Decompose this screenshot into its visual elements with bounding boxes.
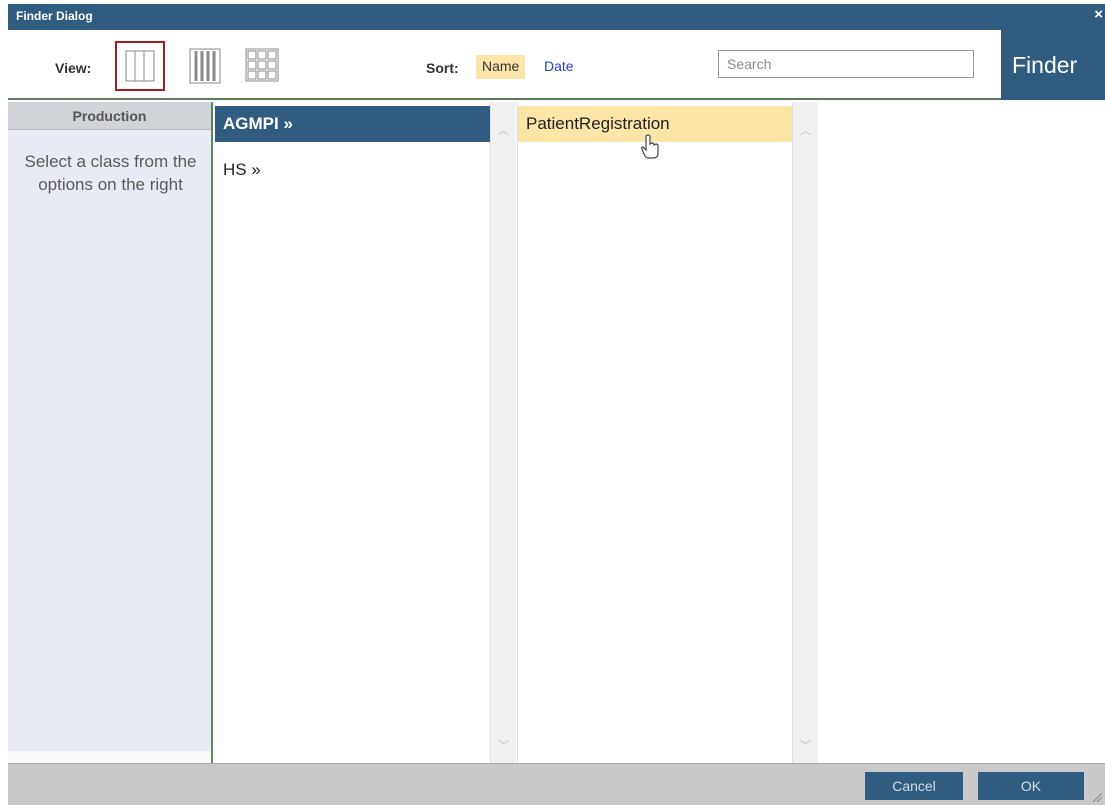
sort-label: Sort: — [426, 60, 459, 76]
resize-grip-icon[interactable] — [1091, 791, 1103, 803]
list-view-icon — [189, 48, 221, 84]
sort-by-date-option[interactable]: Date — [544, 58, 574, 74]
columns-view-icon — [125, 50, 155, 82]
finder-brand: Finder — [1001, 30, 1105, 100]
class-column-scrollbar[interactable]: ︿ ﹀ — [792, 102, 818, 763]
grid-view-button[interactable] — [236, 41, 286, 91]
window-title: Finder Dialog — [16, 9, 93, 23]
package-column-scrollbar[interactable]: ︿ ﹀ — [490, 102, 516, 763]
title-bar[interactable]: Finder Dialog × — [8, 4, 1105, 30]
detail-column — [819, 102, 1105, 763]
scroll-down-icon[interactable]: ﹀ — [498, 737, 509, 753]
sidebar: Production Select a class from the optio… — [8, 102, 213, 763]
column-item-hs[interactable]: HS » — [215, 152, 490, 188]
class-column: PatientRegistration — [517, 102, 793, 763]
sort-by-name-option[interactable]: Name — [476, 55, 526, 79]
toolbar: View: Sort: Name Date Search Finder — [8, 30, 1105, 100]
cancel-button[interactable]: Cancel — [865, 772, 963, 800]
scroll-down-icon[interactable]: ﹀ — [800, 737, 811, 753]
grid-view-icon — [245, 48, 279, 82]
scroll-up-icon[interactable]: ︿ — [800, 122, 811, 138]
sidebar-footer — [8, 751, 211, 763]
package-column: AGMPI » HS » — [215, 102, 490, 763]
close-icon[interactable]: × — [1094, 6, 1103, 23]
ok-button[interactable]: OK — [978, 772, 1084, 800]
column-item-agmpi[interactable]: AGMPI » — [215, 106, 490, 142]
finder-dialog: Finder Dialog × View: Sort: Name Date Se… — [8, 4, 1105, 805]
view-label: View: — [55, 60, 92, 76]
list-view-button[interactable] — [179, 41, 229, 91]
button-bar: Cancel OK — [8, 763, 1105, 805]
scroll-up-icon[interactable]: ︿ — [498, 122, 509, 138]
search-input[interactable] — [718, 50, 974, 78]
hand-pointer-icon — [641, 134, 659, 159]
sidebar-message: Select a class from the options on the r… — [24, 152, 197, 194]
columns-view-button[interactable] — [115, 41, 165, 91]
namespace-header: Production — [8, 102, 211, 130]
